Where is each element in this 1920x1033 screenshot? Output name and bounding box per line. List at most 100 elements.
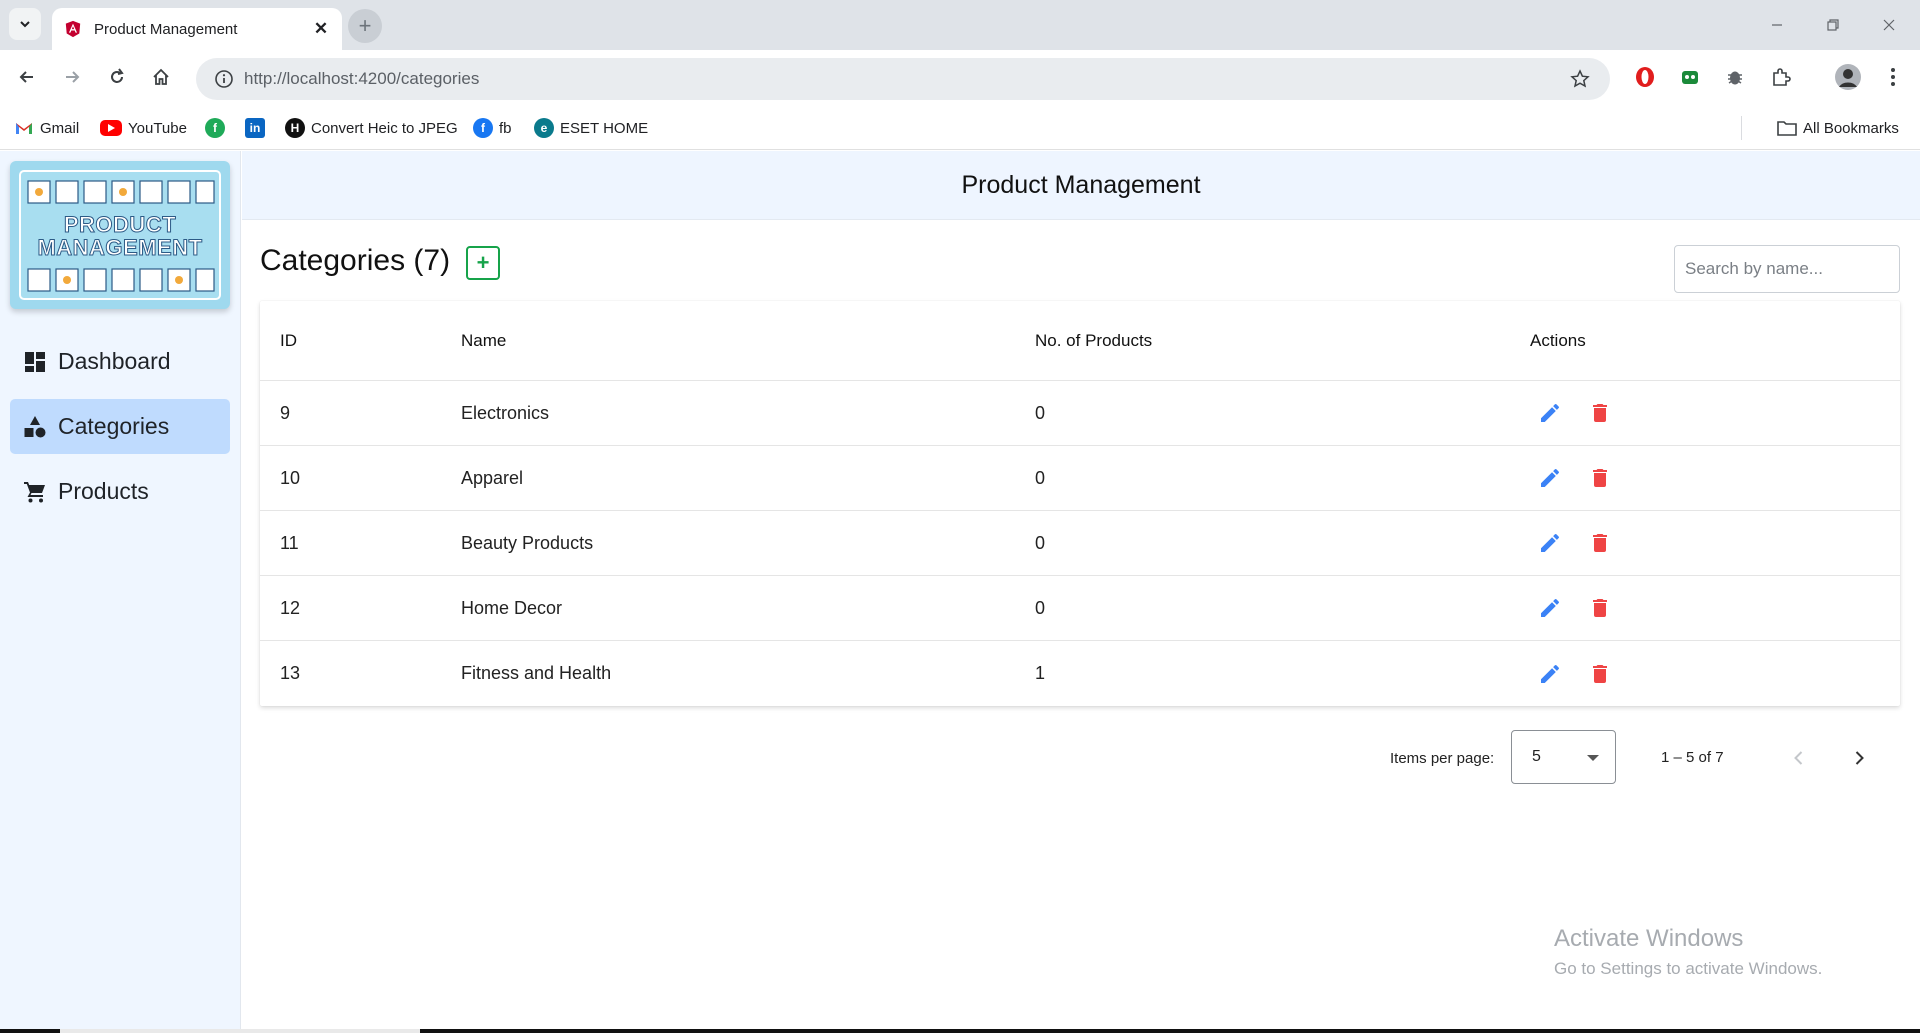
dashboard-icon	[22, 349, 48, 375]
delete-icon[interactable]	[1580, 654, 1620, 694]
bookmark-green-site[interactable]: f	[205, 117, 231, 139]
cell-name: Home Decor	[461, 597, 563, 618]
tab-search-button[interactable]	[9, 8, 41, 40]
address-bar[interactable]: http://localhost:4200/categories	[196, 58, 1610, 100]
bookmark-fb[interactable]: f fb	[473, 117, 512, 139]
url-text: http://localhost:4200/categories	[244, 69, 480, 88]
table-row: 10 Apparel 0	[260, 446, 1900, 511]
minimize-icon[interactable]	[1762, 10, 1792, 40]
page-size-select[interactable]: 5	[1511, 730, 1616, 784]
sidebar-item-dashboard[interactable]: Dashboard	[10, 334, 230, 389]
column-header-name[interactable]: Name	[461, 301, 506, 380]
window-close-icon[interactable]	[1874, 10, 1904, 40]
browser-toolbar: http://localhost:4200/categories	[0, 50, 1920, 106]
add-category-button[interactable]: +	[466, 246, 500, 280]
green-extension-icon[interactable]	[1675, 62, 1705, 92]
cart-icon	[22, 479, 48, 505]
tab-title: Product Management	[94, 20, 238, 38]
column-header-id[interactable]: ID	[280, 301, 297, 380]
bookmark-convert-heic[interactable]: H Convert Heic to JPEG	[285, 117, 458, 139]
sidebar-item-categories[interactable]: Categories	[10, 399, 230, 454]
search-input[interactable]	[1674, 245, 1900, 293]
bookmark-eset-home[interactable]: e ESET HOME	[534, 117, 648, 139]
paginator: Items per page: 5 1 – 5 of 7	[242, 706, 1920, 806]
column-header-product-count[interactable]: No. of Products	[1035, 301, 1152, 380]
cell-name: Fitness and Health	[461, 663, 612, 683]
browser-tab[interactable]: Product Management ✕	[52, 8, 342, 50]
close-icon[interactable]: ✕	[310, 18, 332, 40]
edit-icon[interactable]	[1530, 588, 1570, 628]
delete-icon[interactable]	[1580, 523, 1620, 563]
table-row: 9 Electronics 0	[260, 381, 1900, 446]
cell-actions	[1530, 381, 1630, 445]
reload-icon[interactable]	[100, 60, 134, 94]
next-page-button[interactable]	[1839, 738, 1879, 778]
cell-product-count: 0	[1035, 532, 1046, 553]
cell-actions	[1530, 511, 1630, 575]
delete-icon[interactable]	[1580, 458, 1620, 498]
cell-id: 13	[280, 663, 301, 683]
sidebar-item-label: Dashboard	[58, 348, 171, 374]
bookmark-linkedin[interactable]: in	[245, 117, 271, 139]
logo-line-product: PRODUCT	[63, 212, 177, 237]
site-info-icon[interactable]	[204, 69, 244, 89]
table-row: 12 Home Decor 0	[260, 576, 1900, 641]
bookmark-label: ESET HOME	[560, 119, 649, 137]
cell-name: Apparel	[461, 467, 524, 488]
cell-name: Beauty Products	[461, 532, 594, 553]
bookmark-youtube[interactable]: YouTube	[100, 117, 187, 139]
edit-icon[interactable]	[1530, 523, 1570, 563]
extensions-puzzle-icon[interactable]	[1766, 62, 1796, 92]
sidebar-item-products[interactable]: Products	[10, 464, 230, 519]
sidebar: PRODUCT MANAGEMENT Dashboard Categories …	[0, 151, 241, 1033]
bookmarks-divider	[1741, 116, 1742, 140]
watermark-subtitle: Go to Settings to activate Windows.	[1554, 959, 1823, 978]
previous-page-button[interactable]	[1779, 738, 1819, 778]
logo-text: PRODUCT MANAGEMENT	[10, 212, 230, 260]
cell-actions	[1530, 641, 1630, 706]
cell-actions	[1530, 446, 1630, 510]
bug-extension-icon[interactable]	[1720, 62, 1750, 92]
bookmark-label: Gmail	[40, 119, 80, 137]
folder-icon	[1777, 118, 1797, 138]
main-content: Product Management Categories (7) + ID N…	[242, 151, 1920, 1033]
bookmarks-bar: Gmail YouTube f in H Convert Heic to JPE…	[0, 106, 1920, 150]
bookmark-label: YouTube	[128, 119, 187, 137]
cell-id: 9	[280, 402, 291, 423]
cell-id: 11	[280, 532, 299, 553]
edit-icon[interactable]	[1530, 458, 1570, 498]
opera-extension-icon[interactable]	[1630, 62, 1660, 92]
edit-icon[interactable]	[1530, 654, 1570, 694]
forward-icon[interactable]	[55, 60, 89, 94]
edit-icon[interactable]	[1530, 393, 1570, 433]
bookmark-star-icon[interactable]	[1560, 69, 1600, 89]
bookmark-gmail[interactable]: Gmail	[14, 117, 79, 139]
home-icon[interactable]	[144, 60, 178, 94]
new-tab-button[interactable]: +	[348, 9, 382, 43]
delete-icon[interactable]	[1580, 393, 1620, 433]
watermark-title: Activate Windows	[1554, 925, 1744, 952]
browser-menu-icon[interactable]	[1878, 62, 1908, 92]
youtube-icon	[100, 120, 122, 136]
shapes-icon	[22, 414, 48, 440]
all-bookmarks-button[interactable]: All Bookmarks	[1777, 117, 1899, 139]
green-circle-icon: f	[205, 118, 225, 138]
taskbar-edge	[0, 1029, 1920, 1033]
profile-avatar[interactable]	[1833, 62, 1863, 92]
delete-icon[interactable]	[1580, 588, 1620, 628]
chevron-left-icon	[1794, 751, 1803, 765]
cell-product-count: 0	[1035, 467, 1046, 488]
restore-icon[interactable]	[1818, 10, 1848, 40]
bookmark-label: fb	[499, 119, 512, 137]
table-row: 13 Fitness and Health 1	[260, 641, 1900, 706]
page-title: Categories (7)	[260, 244, 451, 277]
logo-line-management: MANAGEMENT	[37, 235, 203, 260]
back-icon[interactable]	[10, 60, 44, 94]
chevron-right-icon	[1855, 751, 1864, 765]
facebook-icon: f	[473, 118, 493, 138]
categories-table: ID Name No. of Products Actions 9 Electr…	[260, 301, 1900, 706]
table-row: 11 Beauty Products 0	[260, 511, 1900, 576]
app-title: Product Management	[961, 170, 1201, 199]
cell-name: Electronics	[461, 402, 550, 423]
bookmark-label: Convert Heic to JPEG	[311, 119, 458, 137]
